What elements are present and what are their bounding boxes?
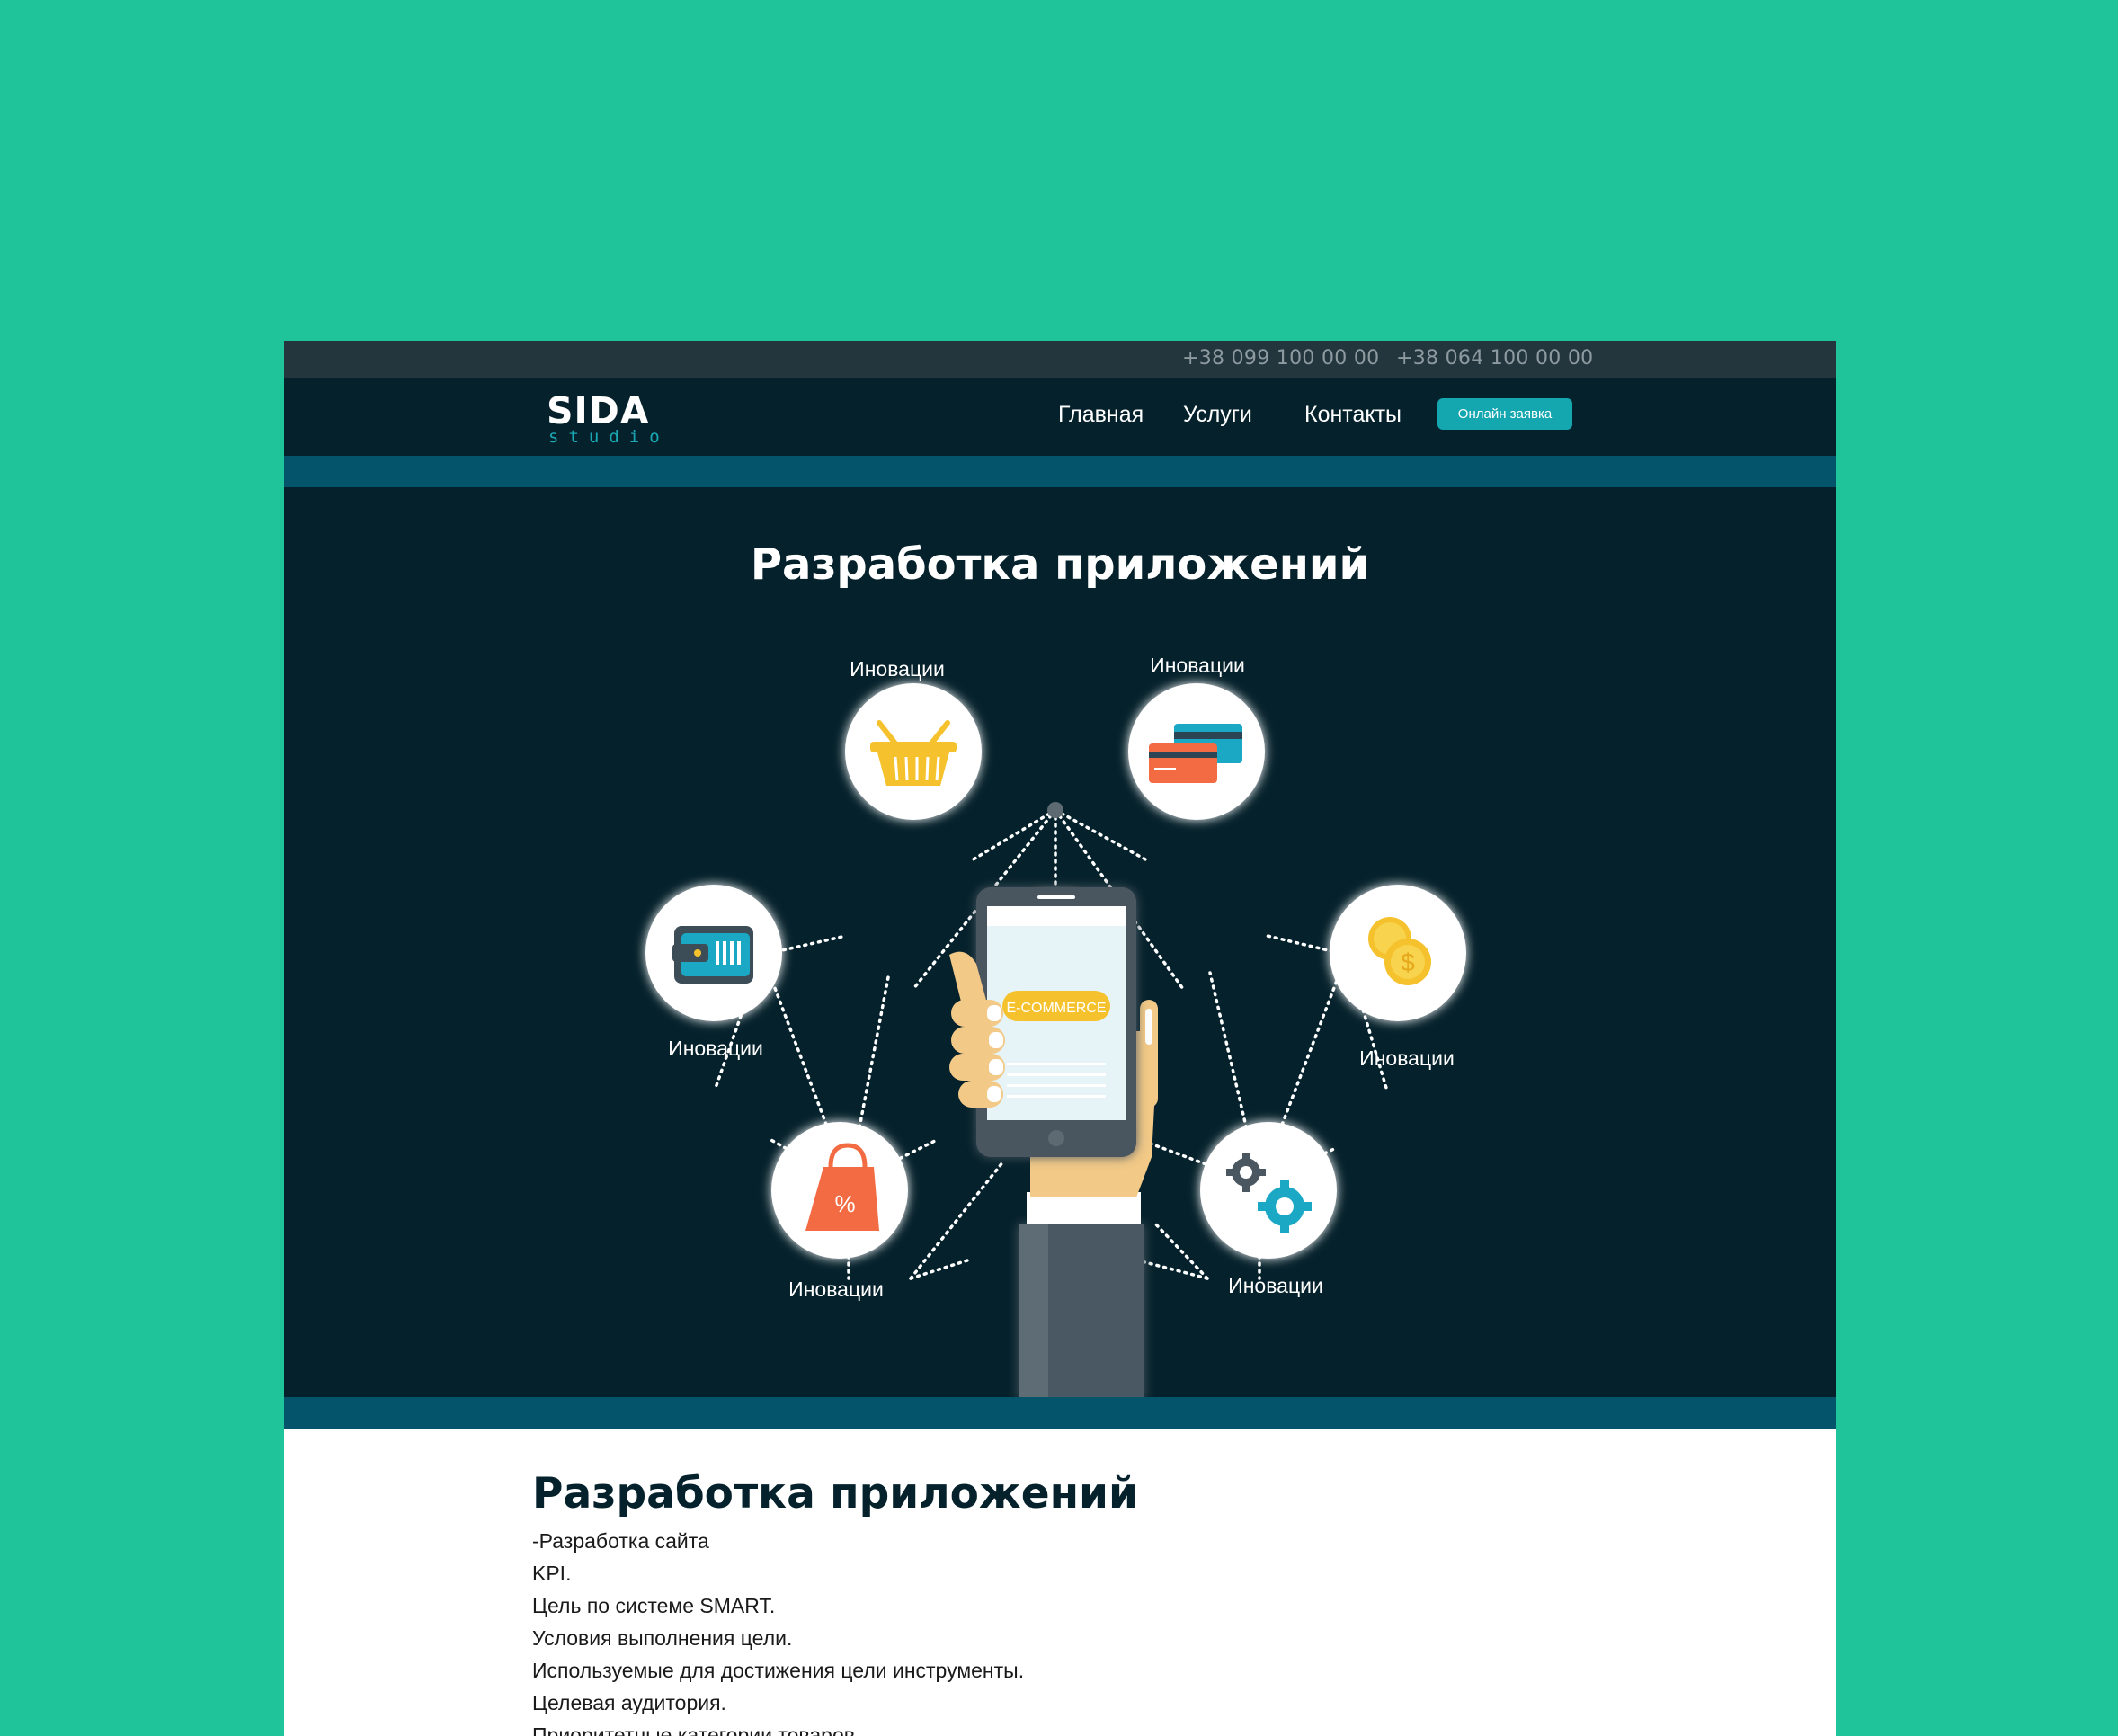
content-line: Цель по системе SMART. — [532, 1594, 776, 1617]
node-label: Иновации — [850, 657, 945, 681]
hero-bottom-stripe — [284, 1397, 1836, 1429]
ecommerce-illustration: E-COMMERCE Иновации Иновации Иновации $ … — [645, 654, 1466, 1400]
online-request-button[interactable]: Онлайн заявка — [1437, 398, 1572, 430]
content-title: Разработка приложений — [532, 1469, 1138, 1518]
node-bag: % Иновации — [771, 1122, 908, 1301]
node-basket: Иновации — [845, 657, 982, 820]
content-line: Условия выполнения цели. — [532, 1626, 793, 1650]
contact-bar: +38 099 100 00 00 +38 064 100 00 00 — [284, 341, 1836, 378]
node-label: Иновации — [1228, 1274, 1323, 1297]
node-gears: Иновации — [1200, 1122, 1337, 1297]
browser-page: +38 099 100 00 00 +38 064 100 00 00 SIDA… — [284, 341, 1836, 1736]
content-line: Приоритетные категории товаров. — [532, 1723, 861, 1736]
content-line: Целевая аудитория. — [532, 1691, 726, 1714]
smartphone-illustration: E-COMMERCE — [976, 887, 1136, 1157]
node-wallet: Иновации — [645, 885, 782, 1060]
node-label: Иновации — [1359, 1046, 1455, 1070]
nav-item-contacts[interactable]: Контакты — [1304, 402, 1402, 428]
phone-number-1[interactable]: +38 099 100 00 00 — [1182, 347, 1379, 369]
node-label: Иновации — [788, 1278, 884, 1301]
node-coins: $ Иновации — [1330, 885, 1466, 1070]
logo-text: SIDA — [547, 389, 650, 432]
nav-item-services[interactable]: Услуги — [1183, 402, 1252, 428]
hero-title: Разработка приложений — [750, 539, 1370, 590]
svg-text:%: % — [834, 1190, 855, 1217]
svg-text:$: $ — [1401, 948, 1415, 976]
content-line: KPI. — [532, 1562, 572, 1585]
node-cards: Иновации — [1128, 654, 1265, 820]
content-line: Используемые для достижения цели инструм… — [532, 1659, 1025, 1682]
hero-section: E-COMMERCE Иновации Иновации Иновации $ … — [284, 487, 1836, 1400]
content-line: -Разработка сайта — [532, 1529, 709, 1553]
node-label: Иновации — [1150, 654, 1245, 677]
node-label: Иновации — [668, 1037, 763, 1060]
wallet-icon — [672, 926, 753, 984]
phone-number-2[interactable]: +38 064 100 00 00 — [1396, 347, 1593, 369]
nav-item-home[interactable]: Главная — [1058, 402, 1144, 428]
content-section: Разработка приложений -Разработка сайта … — [532, 1469, 1611, 1736]
navbar: SIDA studio Главная Услуги Контакты Онла… — [284, 378, 1836, 456]
logo-subtext: studio — [548, 427, 670, 447]
phone-badge: E-COMMERCE — [1006, 1001, 1106, 1016]
hero-top-stripe — [284, 456, 1836, 487]
